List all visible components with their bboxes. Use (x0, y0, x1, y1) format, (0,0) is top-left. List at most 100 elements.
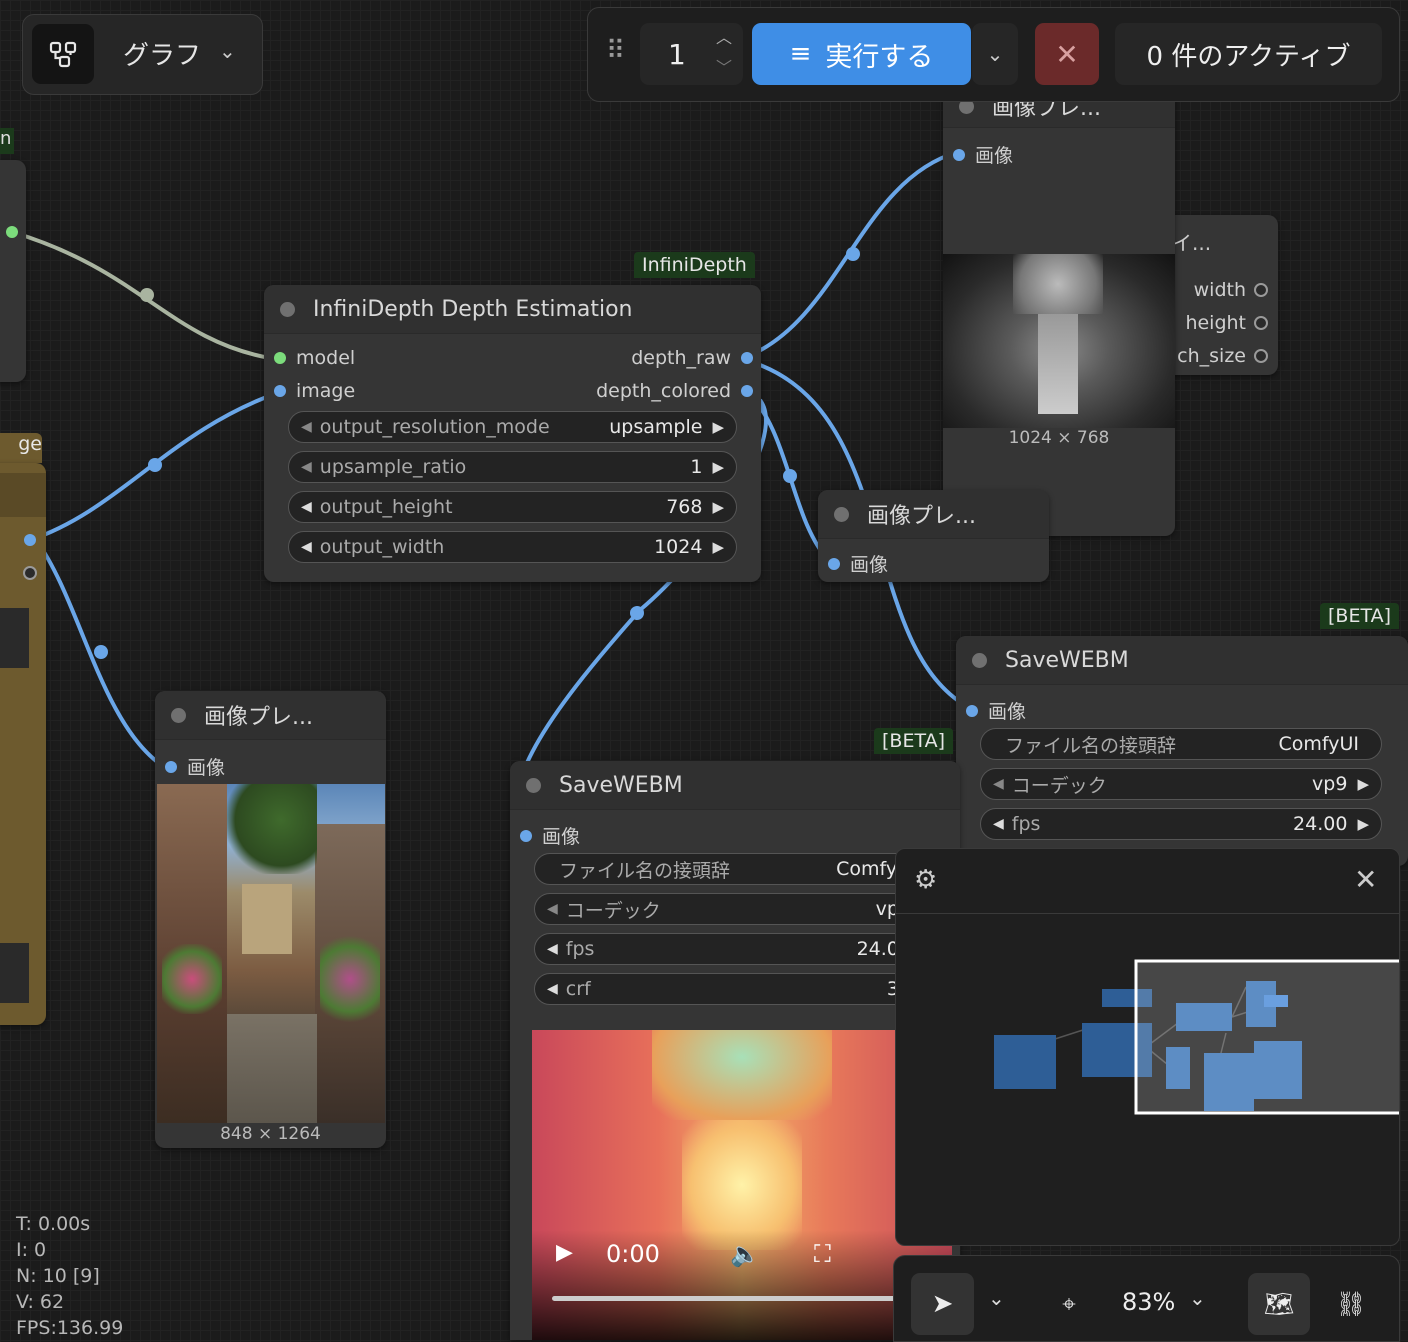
load-image-node[interactable] (0, 463, 46, 1025)
mask-output-dot[interactable] (23, 566, 37, 580)
output-depth-colored[interactable]: depth_colored (596, 380, 753, 402)
savewebm-right-header[interactable]: SaveWEBM (956, 636, 1408, 685)
preview-left-header[interactable]: 画像プレ... (155, 691, 386, 740)
output-batch-size[interactable]: ch_size (1177, 345, 1268, 367)
output-depth-colored-dot[interactable] (741, 385, 753, 397)
widget-fps[interactable]: ◀ fps 24.00 ▶ (980, 808, 1382, 840)
active-jobs-button[interactable]: 0 件のアクティブ (1115, 23, 1382, 85)
select-tool-button[interactable]: ➤ (911, 1273, 974, 1335)
widget-crf[interactable]: ◀ crf 32 (534, 973, 934, 1005)
output-height-label: height (1185, 312, 1246, 334)
widget-label: ファイル名の接頭辞 (559, 859, 731, 882)
graph-label[interactable]: グラフ (123, 35, 201, 72)
decrement-arrow-icon[interactable]: ◀ (301, 499, 312, 515)
preview-top-input[interactable]: 画像 (953, 141, 1013, 168)
chevron-down-icon[interactable]: ⌄ (219, 39, 236, 63)
decrement-arrow-icon[interactable]: ◀ (547, 901, 558, 917)
widget-output-width[interactable]: ◀ output_width 1024 ▶ (288, 531, 737, 563)
minimap-panel[interactable]: ⚙ ✕ (895, 848, 1400, 1246)
preview-image-node-top[interactable]: 画像プレ... 画像 1024 × 768 (943, 85, 1175, 536)
left-model-node[interactable] (0, 160, 26, 382)
increment-arrow-icon[interactable]: ▶ (712, 458, 724, 476)
widget-label: crf (565, 978, 591, 1000)
output-depth-raw[interactable]: depth_raw (631, 347, 753, 369)
widget-filename-prefix[interactable]: ファイル名の接頭辞 ComfyU (534, 853, 934, 885)
drag-handle-icon[interactable]: ⠿ (606, 36, 625, 66)
workflow-icon-button[interactable] (32, 24, 94, 84)
decrement-arrow-icon[interactable]: ◀ (993, 776, 1004, 792)
preview-top-input-dot[interactable] (953, 148, 965, 161)
widget-value: 768 (666, 496, 703, 518)
preview-mid-header[interactable]: 画像プレ... (818, 490, 1049, 539)
decrement-arrow-icon[interactable]: ◀ (301, 459, 312, 475)
increment-arrow-icon[interactable]: ▶ (1357, 775, 1369, 793)
widget-upsample-ratio[interactable]: ◀ upsample_ratio 1 ▶ (288, 451, 737, 483)
decrement-icon[interactable]: ﹀ (716, 54, 732, 78)
increment-arrow-icon[interactable]: ▶ (712, 418, 724, 436)
output-width-dot[interactable] (1254, 283, 1268, 297)
widget-codec[interactable]: ◀ コーデック vp9 (534, 893, 934, 925)
run-button[interactable]: ≡ 実行する (752, 23, 971, 85)
preview-image-node-mid[interactable]: 画像プレ... 画像 (818, 490, 1049, 582)
increment-arrow-icon[interactable]: ▶ (1357, 815, 1369, 833)
savewebm-center-input[interactable]: 画像 (520, 822, 580, 849)
chevron-down-icon[interactable]: ⌄ (1189, 1286, 1206, 1310)
increment-arrow-icon[interactable]: ▶ (712, 498, 724, 516)
minimap-close-icon[interactable]: ✕ (1354, 863, 1377, 896)
input-model[interactable]: model (274, 347, 355, 369)
infinidepth-node[interactable]: InfiniDepth Depth Estimation model image… (264, 285, 761, 582)
input-model-dot[interactable] (274, 352, 286, 364)
preview-left-dims: 848 × 1264 (220, 1124, 321, 1144)
cancel-button[interactable]: ✕ (1035, 23, 1099, 85)
zoom-level[interactable]: 83% (1122, 1288, 1175, 1316)
preview-mid-input[interactable]: 画像 (828, 550, 888, 577)
minimap-settings-icon[interactable]: ⚙ (914, 865, 937, 895)
savewebm-node-right[interactable]: SaveWEBM 画像 ファイル名の接頭辞 ComfyUI ◀ コーデック vp… (956, 636, 1408, 866)
preview-image-node-left[interactable]: 画像プレ... 画像 848 × 1264 (155, 691, 386, 1148)
play-icon[interactable]: ▶ (556, 1240, 573, 1265)
decrement-arrow-icon[interactable]: ◀ (301, 419, 312, 435)
output-height[interactable]: height (1185, 312, 1268, 334)
decrement-arrow-icon[interactable]: ◀ (547, 941, 558, 957)
video-progress-bar[interactable] (552, 1296, 932, 1301)
output-batch-size-dot[interactable] (1254, 349, 1268, 363)
decrement-arrow-icon[interactable]: ◀ (547, 981, 558, 997)
output-width[interactable]: width (1194, 279, 1268, 301)
image-output-dot[interactable] (24, 534, 36, 546)
input-image-dot[interactable] (274, 385, 286, 397)
decrement-arrow-icon[interactable]: ◀ (993, 816, 1004, 832)
decrement-arrow-icon[interactable]: ◀ (301, 539, 312, 555)
fit-view-button[interactable]: ⌖ (1044, 1273, 1094, 1335)
preview-mid-input-dot[interactable] (828, 557, 840, 570)
savewebm-center-input-dot[interactable] (520, 829, 532, 842)
increment-arrow-icon[interactable]: ▶ (712, 538, 724, 556)
widget-output-height[interactable]: ◀ output_height 768 ▶ (288, 491, 737, 523)
output-depth-raw-label: depth_raw (631, 347, 731, 369)
chevron-down-icon[interactable]: ⌄ (988, 1286, 1005, 1310)
preview-left-input[interactable]: 画像 (165, 753, 225, 780)
output-height-dot[interactable] (1254, 316, 1268, 330)
minimap-toggle-button[interactable]: 🗺 (1248, 1273, 1310, 1335)
stat-iterations: I: 0 (16, 1239, 47, 1261)
hide-links-button[interactable]: ⛓ (1324, 1273, 1378, 1335)
output-depth-raw-dot[interactable] (741, 352, 753, 364)
widget-filename-prefix[interactable]: ファイル名の接頭辞 ComfyUI (980, 728, 1382, 760)
widget-label: output_resolution_mode (319, 416, 550, 438)
widget-output-resolution-mode[interactable]: ◀ output_resolution_mode upsample ▶ (288, 411, 737, 443)
savewebm-center-header[interactable]: SaveWEBM (510, 761, 960, 810)
run-options-button[interactable]: ⌄ (972, 23, 1018, 85)
video-player[interactable]: ▶ 0:00 🔈 ⛶ (532, 1030, 952, 1340)
fullscreen-icon[interactable]: ⛶ (814, 1240, 831, 1268)
widget-fps[interactable]: ◀ fps 24.00 (534, 933, 934, 965)
increment-icon[interactable]: ︿ (716, 24, 732, 48)
volume-icon[interactable]: 🔈 (730, 1240, 760, 1268)
widget-codec[interactable]: ◀ コーデック vp9 ▶ (980, 768, 1382, 800)
savewebm-right-input[interactable]: 画像 (966, 697, 1026, 724)
savewebm-right-input-dot[interactable] (966, 704, 978, 717)
savewebm-node-center[interactable]: SaveWEBM 画像 ファイル名の接頭辞 ComfyU ◀ コーデック vp9… (510, 761, 960, 1340)
infinidepth-header[interactable]: InfiniDepth Depth Estimation (264, 285, 761, 334)
model-output-dot[interactable] (6, 226, 18, 238)
graph-menu[interactable]: グラフ ⌄ (22, 14, 263, 95)
input-image[interactable]: image (274, 380, 355, 402)
preview-left-input-dot[interactable] (165, 760, 177, 773)
